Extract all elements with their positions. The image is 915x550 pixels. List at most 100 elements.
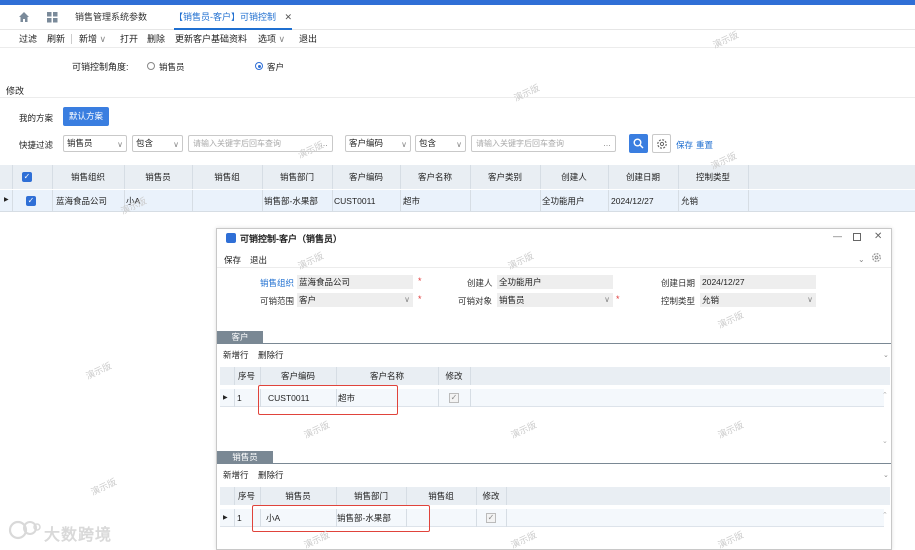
grid-divider xyxy=(476,487,477,505)
col-sales-dept[interactable]: 销售部门 xyxy=(336,487,406,505)
col-modify[interactable]: 修改 xyxy=(438,367,470,385)
exit-button[interactable]: 退出 xyxy=(299,30,317,48)
highlight-box-customer xyxy=(258,385,398,415)
customer-section-tab[interactable]: 客户 xyxy=(217,331,263,343)
ellipsis-icon[interactable]: … xyxy=(603,136,611,151)
scroll-up-icon[interactable]: ⌃ xyxy=(882,391,888,399)
grid-divider xyxy=(12,190,13,212)
col-sales-group[interactable]: 销售组 xyxy=(406,487,476,505)
tab-sales-customer-control[interactable]: 【销售员-客户】可销控制 ✕ xyxy=(174,5,292,30)
col-creator[interactable]: 创建人 xyxy=(540,165,608,189)
search-icon xyxy=(633,138,644,151)
col-seq[interactable]: 序号 xyxy=(234,367,259,385)
apps-grid-icon[interactable] xyxy=(47,12,58,23)
collapse-icon[interactable]: ⌄ xyxy=(858,255,865,264)
section-line xyxy=(217,463,891,464)
col-customer-code[interactable]: 客户编码 xyxy=(260,367,336,385)
default-scheme-button[interactable]: 默认方案 xyxy=(63,107,109,126)
customer-delete-row-button[interactable]: 删除行 xyxy=(258,349,284,361)
dialog-save-button[interactable]: 保存 xyxy=(224,254,241,266)
col-sales-org[interactable]: 销售组织 xyxy=(52,165,124,189)
grid-divider xyxy=(262,165,263,189)
target-select[interactable]: 销售员 ∨ xyxy=(497,293,613,307)
main-grid-header: ✓ 销售组织 销售员 销售组 销售部门 客户编码 客户名称 客户类别 创建人 创… xyxy=(0,165,915,189)
sales-org-field[interactable]: 蓝海食品公司 xyxy=(297,275,413,289)
col-customer-code[interactable]: 客户编码 xyxy=(332,165,400,189)
add-button[interactable]: 新增 ∨ xyxy=(79,30,106,48)
radio-customer[interactable] xyxy=(255,62,263,70)
maximize-icon[interactable] xyxy=(853,233,861,241)
open-button[interactable]: 打开 xyxy=(120,30,138,48)
grid-divider xyxy=(12,165,13,189)
col-customer-category[interactable]: 客户类别 xyxy=(470,165,540,189)
grid-divider xyxy=(234,389,235,407)
close-icon[interactable]: ✕ xyxy=(284,5,292,30)
options-button[interactable]: 选项 ∨ xyxy=(258,30,285,48)
col-sales-group[interactable]: 销售组 xyxy=(192,165,262,189)
filter-op-select-2[interactable]: 包含 ∨ xyxy=(415,135,466,152)
filter-keyword-input-2[interactable]: 请输入关键字后回车查询… xyxy=(471,135,616,152)
col-control-type[interactable]: 控制类型 xyxy=(678,165,748,189)
brand-text: 大数跨境 xyxy=(44,527,113,544)
col-salesperson[interactable]: 销售员 xyxy=(124,165,192,189)
watermark: 演示版 xyxy=(89,476,119,498)
filter-field-select-2[interactable]: 客户编码 ∨ xyxy=(345,135,411,152)
row-checkbox[interactable]: ✓ xyxy=(26,196,36,206)
save-filter-link[interactable]: 保存 xyxy=(676,139,693,151)
col-sales-dept[interactable]: 销售部门 xyxy=(262,165,332,189)
filter-op-select-1[interactable]: 包含 ∨ xyxy=(132,135,183,152)
col-seq[interactable]: 序号 xyxy=(234,487,259,505)
grid-divider xyxy=(52,190,53,212)
salesperson-section-tab[interactable]: 销售员 xyxy=(217,451,273,463)
gear-icon xyxy=(656,138,668,152)
modify-checkbox[interactable]: ✓ xyxy=(449,393,459,403)
filter-field-select-1[interactable]: 销售员 ∨ xyxy=(63,135,127,152)
col-create-date[interactable]: 创建日期 xyxy=(608,165,678,189)
update-customer-button[interactable]: 更新客户基础资料 xyxy=(175,30,247,48)
dialog-window: 可销控制-客户（销售员） — ✕ 保存 退出 ⌄ 销售组织 蓝海食品公司 * 创… xyxy=(216,228,892,550)
sales-add-row-button[interactable]: 新增行 xyxy=(223,469,249,481)
delete-button[interactable]: 删除 xyxy=(147,30,165,48)
col-customer-name[interactable]: 客户名称 xyxy=(400,165,470,189)
scroll-up-icon[interactable]: ⌃ xyxy=(882,511,888,519)
table-row[interactable]: ▶ ✓ 蓝海食品公司 小A 销售部-水果部 CUST0011 超市 全功能用户 … xyxy=(0,190,915,212)
col-modify[interactable]: 修改 xyxy=(476,487,506,505)
gear-icon[interactable] xyxy=(871,252,882,265)
home-icon[interactable] xyxy=(18,11,30,23)
grid-divider xyxy=(124,165,125,189)
radio-sales[interactable] xyxy=(147,62,155,70)
grid-divider xyxy=(332,190,333,212)
grid-divider xyxy=(608,165,609,189)
close-icon[interactable]: ✕ xyxy=(874,231,882,242)
sales-delete-row-button[interactable]: 删除行 xyxy=(258,469,284,481)
ellipsis-icon[interactable]: … xyxy=(320,136,328,151)
filter-keyword-input-1[interactable]: 请输入关键字后回车查询… xyxy=(188,135,333,152)
col-salesperson[interactable]: 销售员 xyxy=(260,487,336,505)
row-pointer-icon: ▶ xyxy=(223,515,228,521)
search-button[interactable] xyxy=(629,134,648,153)
filter-settings-button[interactable] xyxy=(652,134,671,153)
collapse-icon[interactable]: ⌄ xyxy=(883,351,889,359)
dialog-exit-button[interactable]: 退出 xyxy=(250,254,267,266)
my-scheme-tab[interactable]: 我的方案 xyxy=(19,112,53,124)
customer-add-row-button[interactable]: 新增行 xyxy=(223,349,249,361)
radio-customer-label[interactable]: 客户 xyxy=(267,61,284,73)
collapse-icon[interactable]: ⌄ xyxy=(883,471,889,479)
control-type-select[interactable]: 允销 ∨ xyxy=(700,293,816,307)
radio-sales-label[interactable]: 销售员 xyxy=(159,61,185,73)
select-value: 销售员 xyxy=(67,138,93,148)
col-customer-name[interactable]: 客户名称 xyxy=(336,367,438,385)
refresh-button[interactable]: 刷新 xyxy=(47,30,65,48)
minimize-icon[interactable]: — xyxy=(833,231,842,241)
reset-filter-link[interactable]: 重置 xyxy=(696,139,713,151)
select-value: 销售员 xyxy=(499,295,525,305)
tab-system-params[interactable]: 销售管理系统参数 xyxy=(75,5,147,30)
select-all-checkbox[interactable]: ✓ xyxy=(22,172,32,182)
cell-salesperson: 小A xyxy=(126,195,141,206)
select-value: 包含 xyxy=(136,138,154,148)
modify-checkbox[interactable]: ✓ xyxy=(486,513,496,523)
scroll-down-icon[interactable]: ⌄ xyxy=(882,437,888,445)
filter-button[interactable]: 过滤 xyxy=(19,30,37,48)
scope-select[interactable]: 客户 ∨ xyxy=(297,293,413,307)
chevron-down-icon: ∨ xyxy=(278,34,286,44)
